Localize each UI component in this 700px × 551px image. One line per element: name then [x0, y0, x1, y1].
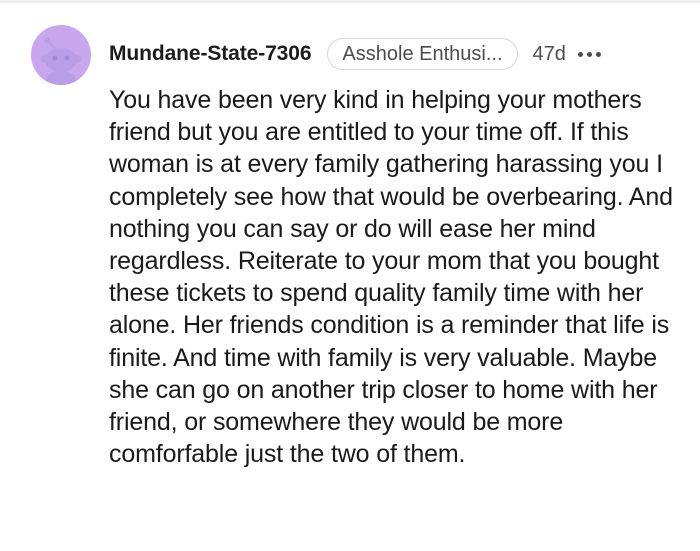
user-avatar[interactable]: [31, 25, 91, 85]
comment-header: Mundane-State-7306 Asshole Enthusi... 47…: [109, 36, 601, 72]
comment-body: You have been very kind in helping your …: [109, 86, 673, 469]
dot-icon: [586, 51, 592, 57]
dot-icon: [595, 51, 601, 57]
user-flair-badge: Asshole Enthusi...: [327, 38, 518, 70]
reddit-snoo-avatar-icon: [41, 36, 81, 85]
username-link[interactable]: Mundane-State-7306: [109, 42, 312, 66]
comment-timestamp[interactable]: 47d: [533, 43, 566, 66]
comment: Mundane-State-7306 Asshole Enthusi... 47…: [0, 0, 700, 551]
dot-icon: [577, 51, 583, 57]
more-options-icon[interactable]: [577, 44, 601, 64]
